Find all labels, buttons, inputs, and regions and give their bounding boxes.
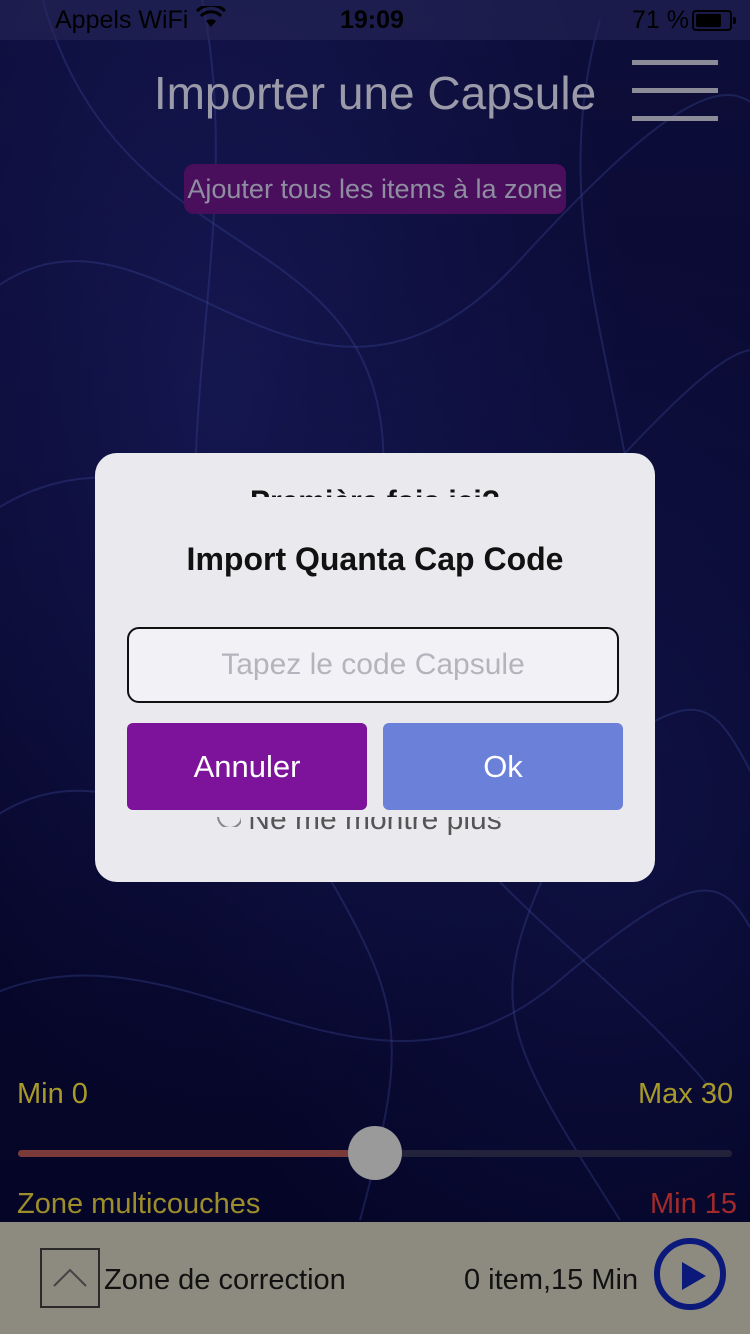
page-title: Importer une Capsule [153,67,597,119]
correction-zone-info: 0 item,15 Min [464,1264,639,1296]
status-time: 19:09 [340,6,404,34]
wifi-icon [195,3,227,35]
add-all-items-button[interactable]: Ajouter tous les items à la zone [184,164,566,214]
zone-label: Zone multicouches [17,1188,261,1220]
battery-percent: 71 % [632,6,689,34]
chevron-up-icon[interactable] [40,1248,100,1308]
battery-icon [692,10,736,31]
dialog-title: Import Quanta Cap Code [186,541,564,577]
ok-button[interactable]: Ok [383,723,623,810]
hidden-option-fragment: Ne me montre plus [248,817,502,836]
hidden-heading-fragment: Première fois ici? [95,481,655,497]
play-icon[interactable] [654,1238,726,1310]
import-dialog: Première fois ici? Import Quanta Cap Cod… [95,453,655,882]
slider-max-label: Max 30 [638,1078,734,1110]
hamburger-menu-icon[interactable] [632,60,718,122]
status-bar: Appels WiFi 19:09 71 % [0,0,750,40]
slider-min-label: Min 0 [17,1078,88,1110]
cancel-button[interactable]: Annuler [127,723,367,810]
correction-zone-bar: Zone de correction 0 item,15 Min [0,1222,750,1334]
correction-zone-label: Zone de correction [104,1264,346,1296]
carrier-label: Appels WiFi [55,6,189,34]
zone-min-label: Min 15 [650,1188,738,1220]
capsule-code-input[interactable] [127,627,619,703]
duration-slider-thumb[interactable] [348,1126,402,1180]
duration-slider-fill [18,1150,375,1157]
